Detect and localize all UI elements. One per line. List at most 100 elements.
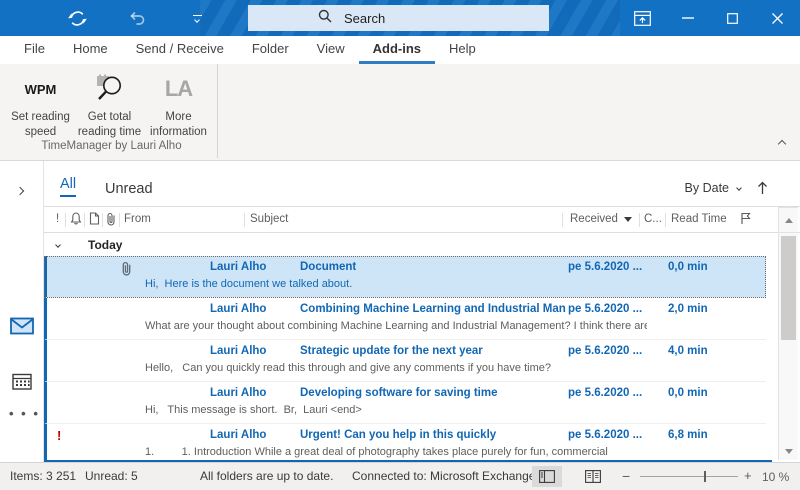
set-reading-speed-label: Set reading speed — [6, 110, 75, 140]
title-bar: Search — [0, 0, 800, 36]
tab-file[interactable]: File — [10, 36, 59, 64]
scroll-down-icon[interactable] — [779, 443, 798, 459]
email-row-5[interactable]: ! Lauri Alho Urgent! Can you help in thi… — [44, 424, 766, 460]
ribbon: WPM Set reading speed Get total reading — [0, 64, 800, 161]
get-total-reading-time-button[interactable]: Get total reading time — [75, 71, 144, 140]
column-read-time[interactable]: Read Time — [671, 213, 727, 225]
mail-nav-icon[interactable] — [10, 317, 34, 340]
reading-view-button[interactable] — [578, 466, 608, 487]
ribbon-tabs: File Home Send / Receive Folder View Add… — [0, 36, 800, 64]
scrollbar-thumb[interactable] — [781, 236, 796, 340]
email-sender: Lauri Alho — [210, 429, 300, 441]
quick-access-toolbar — [60, 0, 214, 36]
column-received[interactable]: Received — [570, 213, 632, 225]
email-received: pe 5.6.2020 ... — [568, 345, 650, 357]
email-rows: Today Lauri Alho Document pe 5.6.2020 ..… — [44, 233, 766, 460]
zoom-in-button[interactable]: + — [744, 468, 752, 483]
navigation-sidebar: • • • — [0, 161, 44, 462]
column-header-row: ! From Subject Received — [44, 206, 800, 233]
more-information-button[interactable]: LA More information — [144, 71, 213, 140]
minimize-button[interactable] — [665, 0, 710, 36]
zoom-out-button[interactable]: − — [622, 468, 630, 484]
ribbon-display-options-icon[interactable] — [620, 0, 665, 36]
reminder-bell-icon[interactable] — [70, 212, 82, 228]
ribbon-group-timemanager: WPM Set reading speed Get total reading — [6, 64, 218, 158]
connection-status: Connected to: Microsoft Exchange — [352, 469, 535, 483]
high-importance-icon: ! — [57, 428, 61, 443]
zoom-level[interactable]: 10 % — [762, 470, 789, 484]
tab-send-receive[interactable]: Send / Receive — [122, 36, 238, 64]
search-placeholder: Search — [344, 11, 385, 26]
flag-column-icon[interactable] — [740, 212, 751, 228]
outlook-window: Search File Home Send / Receive Folder V… — [0, 0, 800, 490]
email-sender: Lauri Alho — [210, 345, 300, 357]
email-row-3[interactable]: Lauri Alho Strategic update for the next… — [44, 340, 766, 382]
maximize-button[interactable] — [710, 0, 755, 36]
items-count: Items: 3 251 — [10, 469, 76, 483]
collapse-ribbon-icon[interactable] — [779, 134, 785, 152]
more-apps-icon[interactable]: • • • — [9, 406, 40, 421]
normal-view-button[interactable] — [532, 466, 562, 487]
email-subject: Developing software for saving time — [300, 387, 497, 399]
email-received: pe 5.6.2020 ... — [568, 429, 650, 441]
message-list-pane: All Unread By Date ! — [44, 161, 800, 462]
chevron-down-icon[interactable] — [736, 185, 742, 191]
email-read-time: 4,0 min — [668, 345, 708, 357]
email-row-2[interactable]: Lauri Alho Combining Machine Learning an… — [44, 298, 766, 340]
search-input[interactable]: Search — [248, 5, 549, 31]
zoom-slider-track[interactable] — [640, 476, 738, 477]
sort-controls: By Date — [685, 181, 768, 195]
tab-home[interactable]: Home — [59, 36, 122, 64]
item-type-icon[interactable] — [89, 212, 100, 228]
email-read-time: 6,8 min — [668, 429, 708, 441]
folders-status: All folders are up to date. — [200, 469, 333, 483]
filter-tab-all[interactable]: All — [60, 176, 76, 197]
collapse-group-icon — [55, 242, 61, 248]
attachment-icon — [121, 261, 132, 281]
column-categories[interactable]: C... — [644, 213, 662, 225]
email-sender: Lauri Alho — [210, 387, 300, 399]
vertical-scrollbar[interactable] — [778, 207, 798, 460]
undo-icon[interactable] — [120, 0, 154, 36]
expand-folder-pane-icon[interactable] — [17, 181, 23, 199]
email-subject: Strategic update for the next year — [300, 345, 483, 357]
customize-quick-access-toolbar-icon[interactable] — [180, 0, 214, 36]
email-preview: Hi, Here is the document we talked about… — [145, 278, 647, 290]
sort-descending-icon — [624, 217, 632, 222]
email-received: pe 5.6.2020 ... — [568, 261, 650, 273]
filter-tab-unread[interactable]: Unread — [105, 181, 153, 197]
email-received: pe 5.6.2020 ... — [568, 387, 650, 399]
column-importance[interactable]: ! — [56, 213, 59, 225]
tab-help[interactable]: Help — [435, 36, 490, 64]
column-subject[interactable]: Subject — [250, 213, 288, 225]
email-read-time: 0,0 min — [668, 387, 708, 399]
email-row-1[interactable]: Lauri Alho Document pe 5.6.2020 ... 0,0 … — [44, 256, 766, 298]
tab-add-ins[interactable]: Add-ins — [359, 36, 435, 64]
attachment-column-icon[interactable] — [106, 212, 116, 229]
tab-view[interactable]: View — [303, 36, 359, 64]
email-row-4[interactable]: Lauri Alho Developing software for savin… — [44, 382, 766, 424]
unread-count: Unread: 5 — [85, 469, 138, 483]
zoom-slider-thumb[interactable] — [704, 471, 706, 482]
email-received: pe 5.6.2020 ... — [568, 303, 650, 315]
la-logo-icon: LA — [165, 71, 192, 107]
magnifier-calendar-icon — [94, 71, 126, 107]
close-button[interactable] — [755, 0, 800, 36]
group-header-today[interactable]: Today — [44, 233, 766, 256]
email-subject: Document — [300, 261, 356, 273]
more-information-label: More information — [144, 110, 213, 140]
group-label: Today — [88, 238, 122, 252]
send-receive-sync-icon[interactable] — [60, 0, 94, 36]
calendar-nav-icon[interactable] — [12, 372, 32, 395]
list-filter-bar: All Unread By Date — [44, 161, 800, 206]
set-reading-speed-button[interactable]: WPM Set reading speed — [6, 71, 75, 140]
sort-by-date-dropdown[interactable]: By Date — [685, 181, 729, 195]
tab-folder[interactable]: Folder — [238, 36, 303, 64]
email-read-time: 0,0 min — [668, 261, 708, 273]
get-total-reading-time-label: Get total reading time — [75, 110, 144, 140]
column-from[interactable]: From — [124, 213, 151, 225]
main-area: • • • All Unread By Date ! — [0, 161, 800, 462]
ribbon-group-label: TimeManager by Lauri Alho — [6, 140, 217, 158]
scroll-up-icon[interactable] — [779, 208, 798, 233]
sort-direction-icon[interactable] — [757, 181, 768, 195]
